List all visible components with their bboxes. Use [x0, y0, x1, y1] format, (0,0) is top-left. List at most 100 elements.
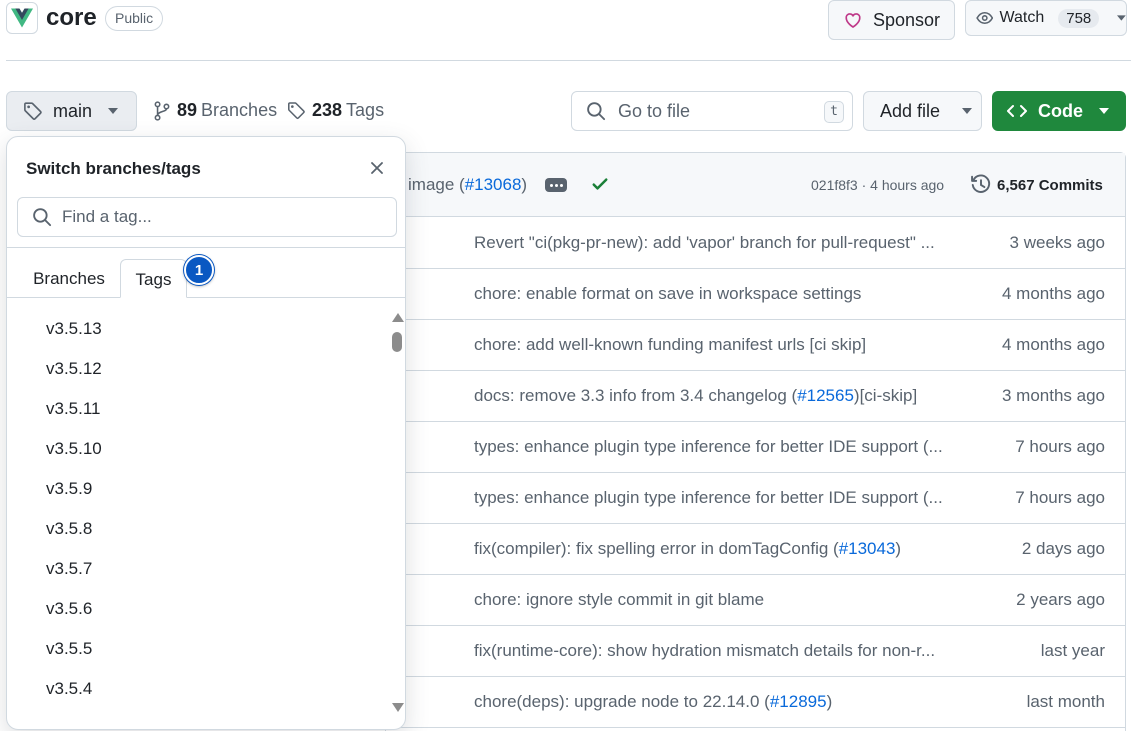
tag-item[interactable]: v3.5.7	[46, 559, 92, 579]
sponsor-label: Sponsor	[873, 9, 941, 30]
tags-label: Tags	[346, 100, 385, 120]
header-divider	[6, 60, 1131, 61]
table-row: types: enhance plugin type inference for…	[386, 422, 1125, 473]
annotation-badge: 1	[184, 255, 214, 285]
latest-commit-text: image (	[408, 175, 465, 194]
latest-commit-sha-time[interactable]: 021f8f3 · 4 hours ago	[811, 177, 944, 193]
table-row: docs: remove 3.3 info from 3.4 changelog…	[386, 371, 1125, 422]
commits-link[interactable]: 6,567 Commits	[970, 174, 1103, 196]
find-tag-placeholder: Find a tag...	[62, 207, 152, 226]
commit-age[interactable]: 2 days ago	[1022, 539, 1105, 559]
sponsor-button[interactable]: Sponsor	[828, 0, 955, 40]
latest-commit-pr-link[interactable]: #13068	[465, 175, 522, 194]
commit-message[interactable]: types: enhance plugin type inference for…	[474, 488, 956, 508]
commit-age[interactable]: 2 years ago	[1016, 590, 1105, 610]
commit-message[interactable]: fix(runtime-core): show hydration mismat…	[474, 641, 956, 661]
table-row: chore: enable format on save in workspac…	[386, 269, 1125, 320]
caret-down-icon	[1117, 15, 1126, 21]
repo-avatar[interactable]	[6, 2, 38, 34]
add-file-label: Add file	[880, 100, 941, 121]
tag-item[interactable]: v3.5.12	[46, 359, 102, 379]
latest-commit-message[interactable]: image (#13068)	[408, 175, 527, 195]
table-row: Revert "ci(pkg-pr-new): add 'vapor' bran…	[386, 218, 1125, 269]
tag-item[interactable]: v3.5.4	[46, 679, 92, 699]
commit-message[interactable]: Revert "ci(pkg-pr-new): add 'vapor' bran…	[474, 233, 956, 253]
commit-message[interactable]: chore: enable format on save in workspac…	[474, 284, 956, 304]
commit-message[interactable]: chore(deps): upgrade node to 22.14.0 (#1…	[474, 692, 956, 712]
branch-tag-switcher: Switch branches/tags Find a tag... Branc…	[6, 136, 406, 730]
find-tag-input[interactable]: Find a tag...	[17, 197, 397, 237]
tag-item[interactable]: v3.5.9	[46, 479, 92, 499]
branches-label: Branches	[201, 100, 278, 120]
caret-down-icon	[108, 108, 119, 114]
close-icon	[371, 162, 383, 174]
caret-down-icon	[1099, 108, 1109, 114]
tag-icon	[288, 102, 305, 119]
visibility-badge: Public	[105, 6, 164, 31]
add-file-button[interactable]: Add file	[863, 91, 982, 131]
commit-age[interactable]: 3 months ago	[1002, 386, 1105, 406]
switcher-title: Switch branches/tags	[26, 159, 201, 178]
expand-commit-button[interactable]	[545, 178, 567, 192]
code-icon	[1007, 105, 1027, 117]
commit-age[interactable]: 3 weeks ago	[1010, 233, 1105, 253]
tag-item[interactable]: v3.5.5	[46, 639, 92, 659]
commit-age[interactable]: last year	[1041, 641, 1105, 661]
tag-item[interactable]: v3.5.10	[46, 439, 102, 459]
search-icon	[587, 102, 606, 121]
tag-item[interactable]: v3.5.8	[46, 519, 92, 539]
table-row: chore: ignore style commit in git blame …	[386, 575, 1125, 626]
commit-age[interactable]: 4 months ago	[1002, 335, 1105, 355]
history-icon	[971, 174, 991, 193]
commit-message[interactable]: docs: remove 3.3 info from 3.4 changelog…	[474, 386, 956, 406]
go-to-file-shortcut: t	[824, 101, 844, 123]
watch-count: 758	[1058, 8, 1100, 28]
watch-button[interactable]: Watch 758	[965, 0, 1127, 36]
commit-age[interactable]: 7 hours ago	[1015, 437, 1105, 457]
watch-label: Watch	[999, 9, 1045, 26]
switcher-divider	[7, 247, 405, 248]
commit-message[interactable]: fix(compiler): fix spelling error in dom…	[474, 539, 956, 559]
tags-count: 238	[312, 100, 343, 120]
table-row: types: enhance plugin type inference for…	[386, 473, 1125, 524]
tags-link[interactable]: 238 Tags	[287, 100, 384, 121]
scroll-down-arrow[interactable]	[392, 703, 404, 712]
eye-icon	[976, 11, 994, 25]
commit-age[interactable]: 7 hours ago	[1015, 488, 1105, 508]
go-to-file-input[interactable]: Go to file t	[571, 91, 853, 131]
pr-link[interactable]: #12565	[797, 386, 854, 405]
branches-link[interactable]: 89 Branches	[153, 100, 277, 121]
search-icon	[33, 208, 52, 227]
tab-tags[interactable]: Tags	[120, 259, 187, 298]
scrollbar-thumb[interactable]	[392, 332, 402, 352]
tab-branches[interactable]: Branches	[21, 259, 117, 298]
commit-age[interactable]: last month	[1027, 692, 1105, 712]
caret-down-icon	[962, 108, 973, 114]
go-to-file-placeholder: Go to file	[618, 100, 691, 121]
branch-icon	[154, 100, 170, 121]
table-row: chore(deps): upgrade node to 22.14.0 (#1…	[386, 677, 1125, 728]
close-button[interactable]	[366, 157, 388, 179]
tag-item[interactable]: v3.5.6	[46, 599, 92, 619]
table-row: fix(runtime-core): show hydration mismat…	[386, 626, 1125, 677]
table-row: chore: add well-known funding manifest u…	[386, 320, 1125, 371]
commit-message[interactable]: chore: add well-known funding manifest u…	[474, 335, 956, 355]
commits-label: 6,567 Commits	[997, 176, 1103, 194]
commit-age[interactable]: 4 months ago	[1002, 284, 1105, 304]
pr-link[interactable]: #12895	[770, 692, 827, 711]
tag-icon	[24, 102, 42, 120]
code-button[interactable]: Code	[992, 91, 1126, 131]
branch-selector-button[interactable]: main	[6, 91, 137, 131]
vue-logo-icon	[11, 8, 33, 28]
check-icon[interactable]	[590, 174, 610, 194]
tag-item[interactable]: v3.5.13	[46, 319, 102, 339]
repo-name[interactable]: core	[46, 4, 97, 32]
tag-item[interactable]: v3.5.11	[46, 399, 101, 419]
code-label: Code	[1038, 100, 1083, 121]
commit-message[interactable]: chore: ignore style commit in git blame	[474, 590, 956, 610]
heart-icon	[845, 13, 861, 28]
commit-message[interactable]: types: enhance plugin type inference for…	[474, 437, 956, 457]
pr-link[interactable]: #13043	[839, 539, 896, 558]
scroll-up-arrow[interactable]	[392, 313, 404, 322]
branch-name: main	[53, 100, 93, 121]
